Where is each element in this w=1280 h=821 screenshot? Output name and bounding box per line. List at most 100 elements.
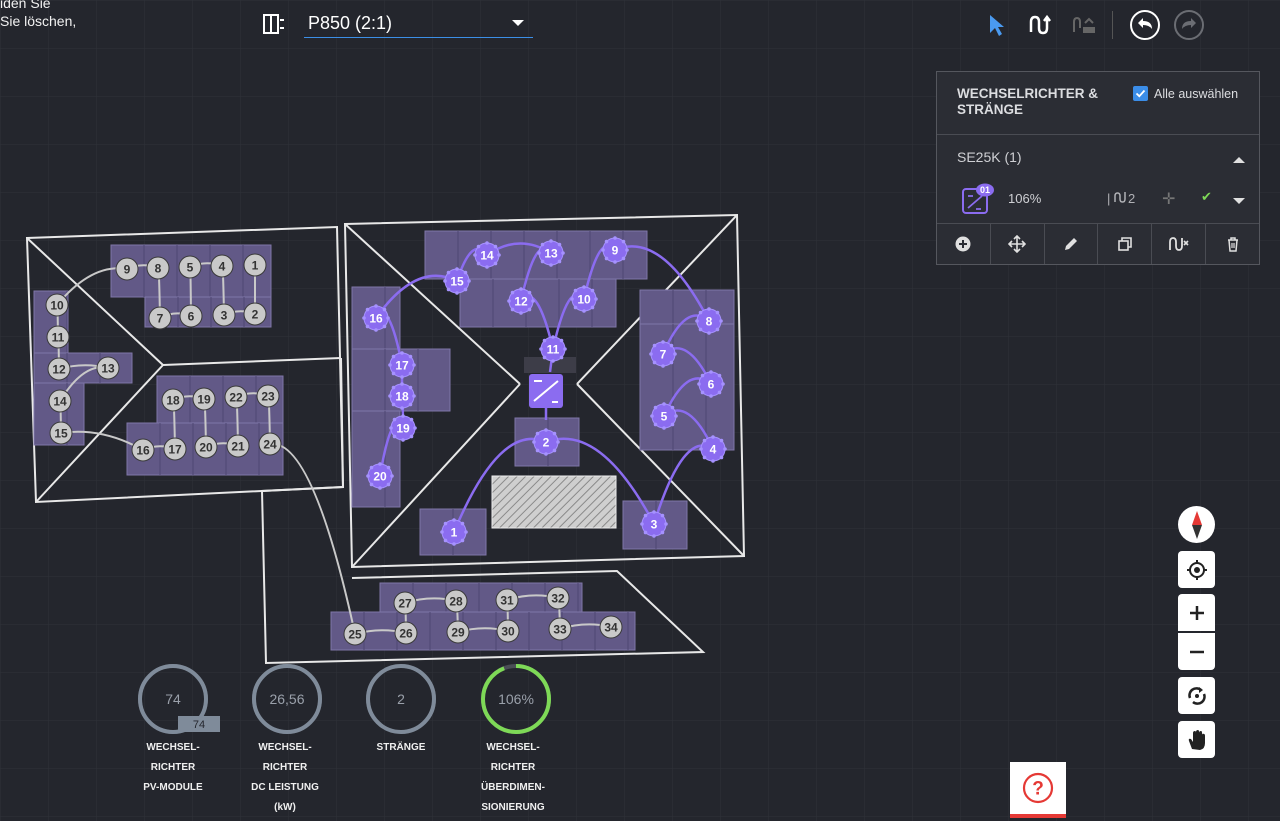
design-name: P850 (2:1) [308,13,393,33]
grey-module-node[interactable]: 23 [256,384,280,408]
grey-module-node[interactable]: 29 [446,620,470,644]
grey-module-node[interactable]: 6 [179,304,203,328]
grey-module-node[interactable]: 21 [226,434,250,458]
grey-module-node[interactable]: 13 [96,356,120,380]
grey-module-node[interactable]: 10 [45,293,69,317]
grey-module-node[interactable]: 14 [48,389,72,413]
redo-icon[interactable] [1173,9,1205,41]
edit-button[interactable] [1045,224,1099,264]
node-label: 34 [604,621,618,635]
node-label: 17 [168,443,182,457]
node-label: 4 [219,260,226,274]
purple-string-node[interactable]: 10 [570,285,598,313]
grey-module-node[interactable]: 17 [163,437,187,461]
grey-module-node[interactable]: 3 [212,303,236,327]
auto-string-button[interactable] [1152,224,1207,264]
purple-string-node[interactable]: 14 [473,241,501,269]
grey-module-node[interactable]: 5 [178,255,202,279]
purple-string-node[interactable]: 3 [640,510,668,538]
undo-icon[interactable] [1129,9,1161,41]
purple-string-node[interactable]: 8 [695,307,723,335]
add-circle-icon [955,236,971,252]
purple-string-node[interactable]: 6 [697,370,725,398]
zoom-in-button[interactable] [1178,594,1215,631]
purple-string-node[interactable]: 2 [532,428,560,456]
node-label: 4 [710,443,717,457]
node-label: 25 [348,628,362,642]
grey-module-node[interactable]: 12 [47,357,71,381]
chevron-up-icon[interactable] [1233,157,1245,163]
grey-module-node[interactable]: 22 [224,385,248,409]
grey-module-node[interactable]: 19 [192,387,216,411]
rotate-button[interactable] [1178,677,1215,714]
move-button[interactable] [991,224,1045,264]
grey-module-node[interactable]: 28 [444,589,468,613]
string-wiring-icon[interactable] [1024,9,1056,41]
grey-module-node[interactable]: 33 [548,617,572,641]
node-label: 33 [553,623,567,637]
grey-module-node[interactable]: 32 [546,586,570,610]
inverter-detail-row[interactable]: 01 106% | 2 ✛ ✔ [937,177,1259,224]
grey-module-node[interactable]: 11 [46,325,70,349]
compass-button[interactable] [1178,506,1215,543]
purple-string-node[interactable]: 18 [388,382,416,410]
grey-module-node[interactable]: 20 [194,435,218,459]
node-label: 28 [449,595,463,609]
inverter-dc-ratio: 106% [1008,191,1042,206]
inverter-row[interactable]: SE25K (1) [937,135,1259,177]
purple-string-node[interactable]: 11 [539,335,567,363]
design-dropdown[interactable]: P850 (2:1) [304,10,533,38]
node-label: 26 [399,627,413,641]
purple-string-node[interactable]: 19 [389,414,417,442]
locate-button[interactable] [1178,551,1215,588]
zoom-out-button[interactable] [1178,633,1215,670]
purple-string-node[interactable]: 12 [507,287,535,315]
add-string-icon[interactable]: ✛ [1162,189,1175,209]
grey-module-node[interactable]: 8 [146,256,170,280]
grey-module-node[interactable]: 31 [495,588,519,612]
purple-string-node[interactable]: 17 [388,351,416,379]
grey-module-node[interactable]: 26 [394,621,418,645]
purple-string-node[interactable]: 15 [443,267,471,295]
purple-string-node[interactable]: 9 [601,236,629,264]
delete-button[interactable] [1206,224,1259,264]
select-all-checkbox[interactable]: Alle auswählen [1133,86,1238,101]
grey-module-node[interactable]: 16 [131,438,155,462]
purple-string-node[interactable]: 5 [650,402,678,430]
grey-module-node[interactable]: 24 [258,432,282,456]
tool-group [980,8,1217,42]
grey-module-node[interactable]: 1 [243,253,267,277]
purple-string-node[interactable]: 20 [366,462,394,490]
chevron-down-icon[interactable] [1233,198,1245,204]
grey-module-node[interactable]: 7 [148,306,172,330]
purple-string-node[interactable]: 1 [440,518,468,546]
design-selector[interactable]: P850 (2:1) [262,9,533,39]
grey-module-node[interactable]: 30 [496,619,520,643]
grey-module-node[interactable]: 27 [393,591,417,615]
gauge-label-strings: STRÄNGE [376,742,426,753]
chevron-down-icon[interactable] [512,20,524,26]
checkbox-checked-icon[interactable] [1133,86,1148,101]
node-label: 1 [252,259,259,273]
grey-module-node[interactable]: 25 [343,622,367,646]
purple-string-node[interactable]: 13 [537,239,565,267]
string-icon [1114,192,1126,203]
pan-button[interactable] [1178,721,1215,758]
purple-string-node[interactable]: 4 [699,435,727,463]
auto-string-icon[interactable] [1068,9,1100,41]
inverter-strings-count: | 2 [1107,191,1135,206]
node-label: 9 [612,244,619,258]
grey-module-node[interactable]: 18 [161,388,185,412]
purple-string-node[interactable]: 7 [649,340,677,368]
grey-module-node[interactable]: 2 [243,302,267,326]
add-inverter-button[interactable] [937,224,991,264]
duplicate-button[interactable] [1098,224,1153,264]
grey-module-node[interactable]: 34 [599,615,623,639]
grey-module-node[interactable]: 4 [210,254,234,278]
select-pointer-icon[interactable] [980,9,1012,41]
divider-bar: | [1107,191,1114,206]
help-button[interactable]: ? [1010,762,1066,818]
grey-module-node[interactable]: 9 [115,257,139,281]
grey-module-node[interactable]: 15 [49,421,73,445]
purple-string-node[interactable]: 16 [362,304,390,332]
